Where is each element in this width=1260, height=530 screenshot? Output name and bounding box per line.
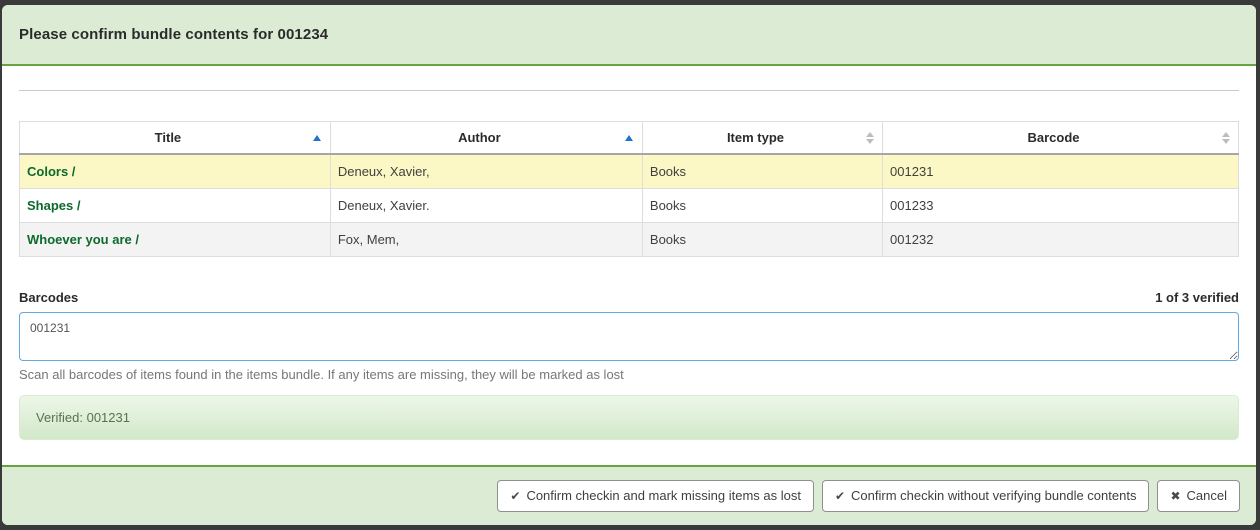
- column-header-label: Item type: [727, 130, 784, 145]
- barcodes-header-row: Barcodes 1 of 3 verified: [19, 290, 1239, 305]
- sort-ascending-icon: [313, 135, 321, 141]
- sort-unsorted-icon: [866, 132, 874, 144]
- table-row: Whoever you are / Fox, Mem, Books 001232: [20, 223, 1239, 257]
- confirm-checkin-no-verify-button[interactable]: ✔ Confirm checkin without verifying bund…: [822, 480, 1150, 512]
- column-header-label: Title: [155, 130, 182, 145]
- cell-author: Deneux, Xavier,: [330, 154, 642, 189]
- cell-author: Fox, Mem,: [330, 223, 642, 257]
- modal-footer: ✔ Confirm checkin and mark missing items…: [2, 465, 1256, 525]
- biblio-title-link[interactable]: Shapes /: [27, 198, 80, 213]
- verified-count: 1 of 3 verified: [1155, 290, 1239, 305]
- barcodes-label: Barcodes: [19, 290, 78, 305]
- confirm-checkin-mark-lost-button[interactable]: ✔ Confirm checkin and mark missing items…: [497, 480, 814, 512]
- column-header-label: Barcode: [1028, 130, 1080, 145]
- cell-title: Colors /: [20, 154, 331, 189]
- column-header-label: Author: [458, 130, 501, 145]
- cell-item-type: Books: [642, 154, 882, 189]
- check-icon: ✔: [835, 488, 845, 504]
- table-row: Colors / Deneux, Xavier, Books 001231: [20, 154, 1239, 189]
- confirm-bundle-modal: Please confirm bundle contents for 00123…: [2, 5, 1256, 525]
- table-row: Shapes / Deneux, Xavier. Books 001233: [20, 189, 1239, 223]
- check-icon: ✔: [510, 488, 520, 504]
- modal-header: Please confirm bundle contents for 00123…: [2, 5, 1256, 66]
- cell-title: Whoever you are /: [20, 223, 331, 257]
- cell-barcode: 001232: [883, 223, 1239, 257]
- table-header-row: Title Author Item type Barcode: [20, 122, 1239, 155]
- verified-status-message: Verified: 001231: [19, 395, 1239, 440]
- cell-author: Deneux, Xavier.: [330, 189, 642, 223]
- cell-title: Shapes /: [20, 189, 331, 223]
- cell-item-type: Books: [642, 223, 882, 257]
- column-header-item-type[interactable]: Item type: [642, 122, 882, 155]
- column-header-author[interactable]: Author: [330, 122, 642, 155]
- sort-ascending-icon: [625, 135, 633, 141]
- button-label: Confirm checkin without verifying bundle…: [851, 488, 1136, 504]
- modal-title: Please confirm bundle contents for 00123…: [19, 26, 328, 43]
- divider: [19, 90, 1239, 91]
- cancel-button[interactable]: ✖ Cancel: [1157, 480, 1240, 512]
- barcodes-help-text: Scan all barcodes of items found in the …: [19, 367, 1239, 382]
- column-header-barcode[interactable]: Barcode: [883, 122, 1239, 155]
- biblio-title-link[interactable]: Colors /: [27, 164, 75, 179]
- barcodes-input[interactable]: 001231: [19, 312, 1239, 361]
- column-header-title[interactable]: Title: [20, 122, 331, 155]
- button-label: Cancel: [1187, 488, 1227, 504]
- cell-barcode: 001233: [883, 189, 1239, 223]
- cell-barcode: 001231: [883, 154, 1239, 189]
- cell-item-type: Books: [642, 189, 882, 223]
- bundle-contents-table: Title Author Item type Barcode: [19, 121, 1239, 257]
- sort-unsorted-icon: [1222, 132, 1230, 144]
- button-label: Confirm checkin and mark missing items a…: [526, 488, 801, 504]
- modal-body: Title Author Item type Barcode: [2, 66, 1256, 465]
- biblio-title-link[interactable]: Whoever you are /: [27, 232, 139, 247]
- x-icon: ✖: [1170, 488, 1180, 504]
